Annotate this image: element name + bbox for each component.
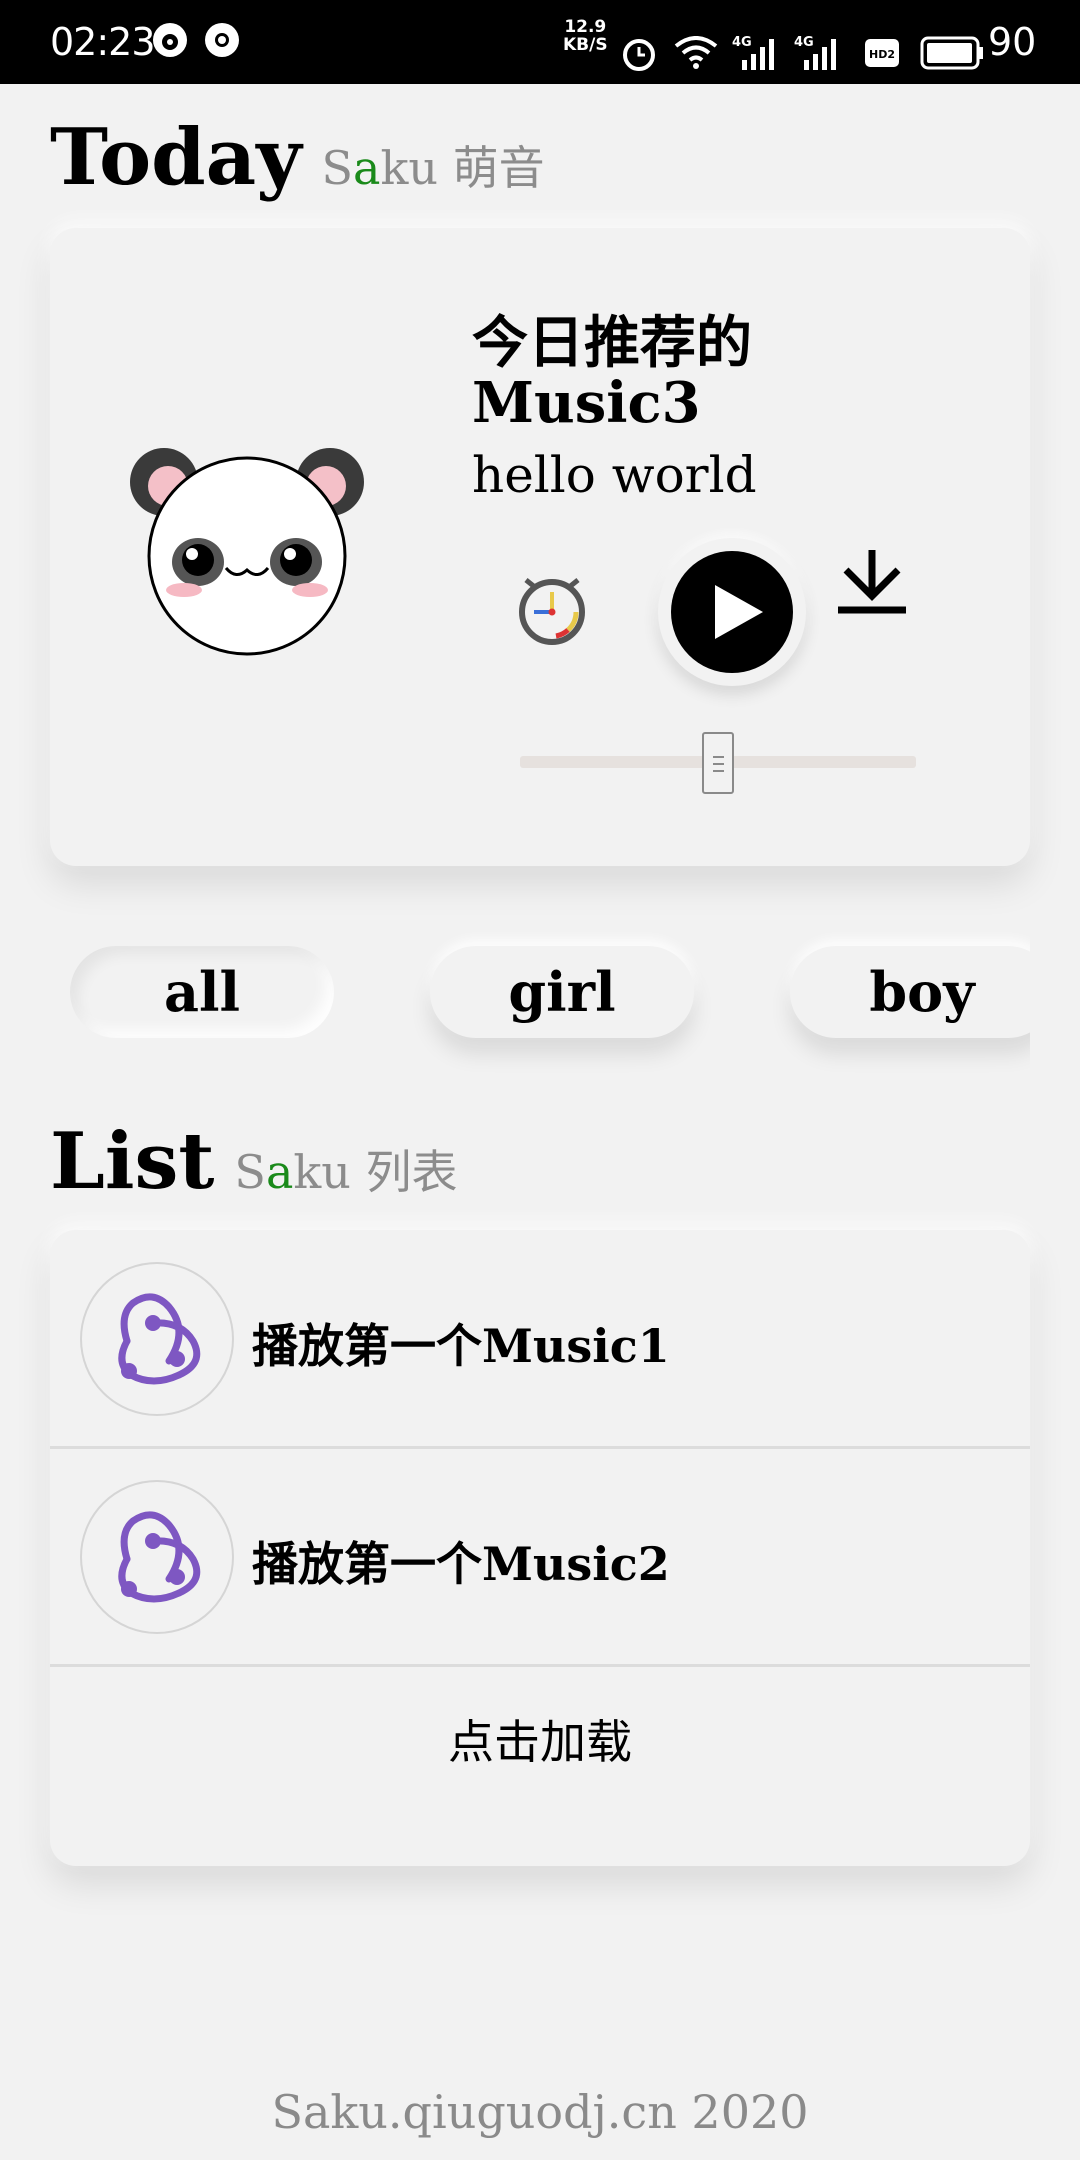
panda-avatar — [130, 448, 364, 656]
today-subtitle-rest: ku 萌音 — [380, 141, 545, 195]
today-subtitle: Saku 萌音 — [322, 132, 545, 198]
list-subtitle-accent: a — [265, 1145, 294, 1199]
play-button-wrapper — [658, 538, 806, 686]
hd-label: HD2 — [869, 48, 895, 61]
track-name: Music3 — [472, 370, 701, 436]
battery-icon — [920, 36, 983, 70]
volume-slider-thumb[interactable] — [702, 732, 734, 794]
today-player-card: 今日推荐的 Music3 hello world — [50, 228, 1030, 866]
network-speed-value: 12.9 — [564, 17, 607, 37]
track-subtitle: hello world — [472, 446, 757, 504]
tab-all[interactable]: all — [70, 946, 334, 1038]
network-speed: 12.9 KB/S — [563, 18, 608, 54]
network-speed-unit: KB/S — [563, 35, 608, 55]
tab-girl[interactable]: girl — [430, 946, 694, 1038]
tab-boy[interactable]: boy — [790, 946, 1030, 1038]
list-item[interactable]: 播放第一个Music1 — [50, 1230, 1030, 1448]
list-item-avatar — [80, 1262, 234, 1416]
signal-label-2: 4G — [794, 35, 814, 50]
today-title: Today — [50, 112, 302, 203]
redux-logo-icon — [118, 1511, 201, 1603]
category-tabs: all girl boy — [50, 928, 1030, 1084]
list-subtitle: Saku 列表 — [234, 1136, 457, 1202]
list-item-avatar — [80, 1480, 234, 1634]
redux-logo-icon — [118, 1293, 201, 1385]
signal-icon-1: 4G — [732, 35, 774, 70]
signal-label-1: 4G — [732, 35, 752, 50]
list-subtitle-rest: ku 列表 — [293, 1145, 458, 1199]
notification-app-icon — [153, 23, 187, 57]
battery-level: 90 — [988, 20, 1037, 64]
today-subtitle-prefix: S — [321, 141, 354, 195]
alarm-status-icon — [623, 39, 655, 71]
list-divider — [50, 1664, 1030, 1667]
status-time: 02:23 — [50, 20, 156, 64]
list-item[interactable]: 播放第一个Music2 — [50, 1448, 1030, 1666]
wifi-icon — [674, 36, 718, 69]
alarm-clock-icon[interactable] — [512, 568, 594, 650]
list-title: List — [50, 1116, 215, 1207]
footer-text: Saku.qiuguodj.cn 2020 — [271, 2085, 809, 2139]
status-bar: 02:23 12.9 KB/S 4G 4G HD2 90 — [0, 0, 1080, 84]
chrome-icon — [205, 23, 239, 57]
list-item-label: 播放第一个Music1 — [252, 1319, 670, 1373]
signal-icon-2: 4G — [794, 35, 836, 70]
list-header: List Saku 列表 — [50, 1116, 458, 1207]
play-button[interactable] — [671, 551, 793, 673]
download-icon[interactable] — [834, 544, 910, 620]
list-subtitle-prefix: S — [234, 1145, 266, 1199]
music-list-card: 播放第一个Music1 播放第一个Music2 点击加载 — [50, 1230, 1030, 1866]
list-item-label: 播放第一个Music2 — [252, 1537, 670, 1591]
today-header: Today Saku 萌音 — [50, 112, 545, 203]
today-subtitle-accent: a — [353, 141, 381, 195]
load-more-button[interactable]: 点击加载 — [50, 1706, 1030, 1772]
recommend-label: 今日推荐的 — [472, 311, 752, 376]
hd-icon: HD2 — [865, 39, 899, 67]
